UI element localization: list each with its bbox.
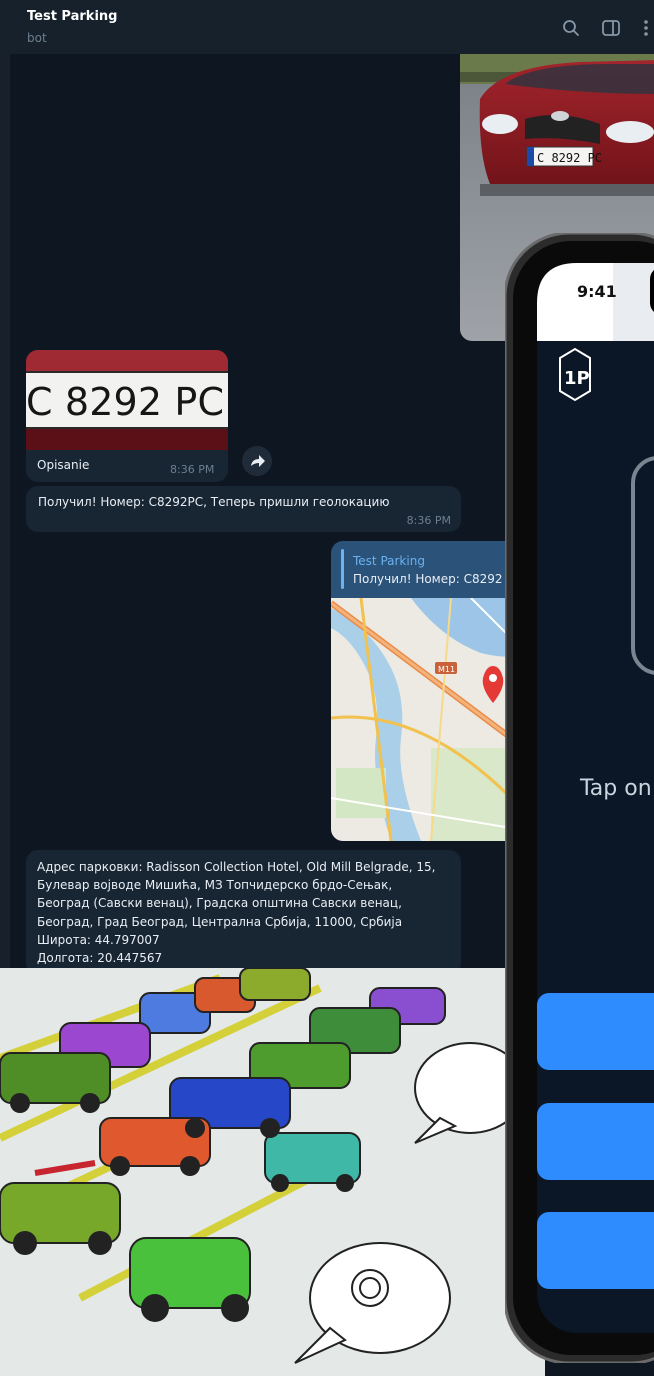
address-text: Адрес парковки: Radisson Collection Hote… — [37, 858, 457, 967]
forward-icon — [251, 455, 265, 467]
reply-preview[interactable]: Получил! Номер: C8292 — [353, 572, 503, 586]
phone-instruction-text: Tap on — [580, 776, 652, 801]
address-line: Адрес парковки: Radisson Collection Hote… — [37, 860, 436, 874]
address-line: Београд (Савски венац), Градска општина … — [37, 896, 402, 911]
latitude-line: Широта: 44.797007 — [37, 932, 160, 947]
plate-photo-message[interactable]: C 8292 PC Opisanie 8:36 PM — [26, 350, 228, 482]
parking-comic-image — [0, 968, 545, 1376]
message-text: Получил! Номер: C8292PC, Теперь пришли г… — [38, 495, 390, 509]
plate-photo[interactable]: C 8292 PC — [26, 350, 228, 450]
map-road-label: M11 — [438, 665, 455, 674]
message-time: 8:36 PM — [406, 514, 451, 527]
svg-text:1P: 1P — [564, 368, 590, 389]
chat-subtitle: bot — [27, 31, 47, 45]
car-plate-label: C 8292 PC — [537, 151, 602, 165]
reply-author[interactable]: Test Parking — [353, 554, 425, 568]
location-map[interactable]: M11 — [331, 598, 511, 841]
address-line: Београд, Град Београд, Централна Србија,… — [37, 914, 403, 929]
message-time: 8:36 PM — [170, 463, 215, 476]
phone-status-time: 9:41 — [577, 282, 617, 301]
address-message[interactable]: Адрес парковки: Radisson Collection Hote… — [26, 850, 461, 975]
plate-text: C 8292 PC — [26, 380, 224, 424]
phone-action-button-1[interactable] — [537, 993, 654, 1070]
location-message[interactable]: Test Parking Получил! Номер: C8292 M11 — [331, 541, 511, 841]
forward-button[interactable] — [242, 446, 272, 476]
chat-header: Test Parking bot — [0, 0, 654, 54]
phone-action-button-2[interactable] — [537, 1103, 654, 1180]
photo-caption: Opisanie — [37, 458, 90, 472]
reply-bar — [341, 549, 344, 589]
sidebar-toggle-icon[interactable] — [601, 18, 621, 38]
incoming-message[interactable]: Получил! Номер: C8292PC, Теперь пришли г… — [26, 486, 461, 532]
more-icon[interactable] — [640, 18, 654, 38]
chat-title[interactable]: Test Parking — [27, 9, 117, 24]
search-icon[interactable] — [561, 18, 581, 38]
longitude-line: Долгота: 20.447567 — [37, 951, 163, 966]
address-line: Булевар војводе Мишића, МЗ Топчидерско б… — [37, 878, 393, 893]
phone-action-button-3[interactable] — [537, 1212, 654, 1289]
